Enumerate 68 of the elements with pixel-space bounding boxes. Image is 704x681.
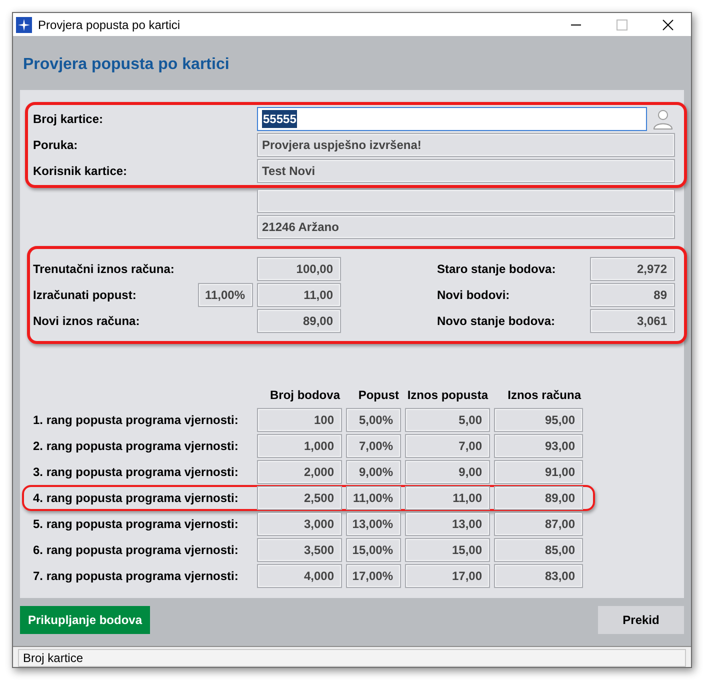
readonly-field: Test Novi [257, 159, 675, 183]
field-label: Novo stanje bodova: [437, 313, 556, 330]
value-field: 7,00 [405, 434, 490, 458]
percent-field: 11,00% [198, 283, 253, 307]
collect-points-button[interactable]: Prikupljanje bodova [20, 606, 150, 634]
row-label: 3. rang popusta programa vjernosti: [33, 464, 240, 481]
value-field: 13,00% [346, 512, 401, 536]
value-field: 5,00 [405, 408, 490, 432]
value-field: 9,00% [346, 460, 401, 484]
row-label: 2. rang popusta programa vjernosti: [33, 438, 240, 455]
field-label: Trenutačni iznos računa: [33, 261, 176, 278]
field-label: Novi iznos računa: [33, 313, 141, 330]
field-label: Poruka: [33, 137, 79, 154]
value-field: 3,061 [590, 309, 675, 333]
value-field: 89 [590, 283, 675, 307]
column-header: Iznos popusta [406, 387, 490, 404]
value-field: 95,00 [494, 408, 583, 432]
value-field: 5,00% [346, 408, 401, 432]
value-field: 85,00 [494, 538, 583, 562]
value-field: 15,00 [405, 538, 490, 562]
value-field: 15,00% [346, 538, 401, 562]
row-label: 4. rang popusta programa vjernosti: [33, 490, 240, 507]
field-label: Staro stanje bodova: [437, 261, 557, 278]
value-field: 2,000 [257, 460, 342, 484]
value-field: 1,000 [257, 434, 342, 458]
value-field: 87,00 [494, 512, 583, 536]
field-label: Broj kartice: [33, 111, 104, 128]
value-field: 89,00 [257, 309, 341, 333]
user-icon[interactable] [651, 107, 675, 131]
field-label: Izračunati popust: [33, 287, 138, 304]
value-field: 11,00 [257, 283, 341, 307]
value-field: 17,00% [346, 564, 401, 588]
value-field: 89,00 [494, 486, 583, 510]
row-label: 7. rang popusta programa vjernosti: [33, 568, 240, 585]
app-icon [16, 16, 32, 32]
value-field: 91,00 [494, 460, 583, 484]
value-field: 100 [257, 408, 342, 432]
value-field: 100,00 [257, 257, 341, 281]
value-field: 83,00 [494, 564, 583, 588]
close-icon[interactable] [662, 18, 674, 30]
row-label: 5. rang popusta programa vjernosti: [33, 516, 240, 533]
value-field: 3,500 [257, 538, 342, 562]
value-field: 11,00 [405, 486, 490, 510]
value-field: 3,000 [257, 512, 342, 536]
column-header: Iznos računa [506, 387, 582, 404]
page-heading: Provjera popusta po kartici [23, 56, 230, 73]
selected-text: 55555 [262, 110, 298, 128]
card-number-field[interactable]: 55555 [257, 107, 647, 131]
value-field: 2,972 [590, 257, 675, 281]
value-field: 13,00 [405, 512, 490, 536]
value-field: 4,000 [257, 564, 342, 588]
value-field: 93,00 [494, 434, 583, 458]
column-header: Popust [357, 387, 400, 404]
value-field: 17,00 [405, 564, 490, 588]
value-field: 7,00% [346, 434, 401, 458]
field-label: Korisnik kartice: [33, 163, 128, 180]
cancel-button[interactable]: Prekid [598, 606, 684, 634]
value-field: 2,500 [257, 486, 342, 510]
window-title: Provjera popusta po kartici [38, 16, 180, 34]
readonly-field: Provjera uspješno izvršena! [257, 133, 675, 157]
row-label: 6. rang popusta programa vjernosti: [33, 542, 240, 559]
status-bar: Broj kartice [18, 649, 686, 667]
row-label: 1. rang popusta programa vjernosti: [33, 412, 240, 429]
column-header: Broj bodova [268, 387, 342, 404]
field-label: Novi bodovi: [437, 287, 511, 304]
value-field: 11,00% [346, 486, 401, 510]
address-field: 21246 Aržano [257, 215, 675, 239]
value-field: 9,00 [405, 460, 490, 484]
